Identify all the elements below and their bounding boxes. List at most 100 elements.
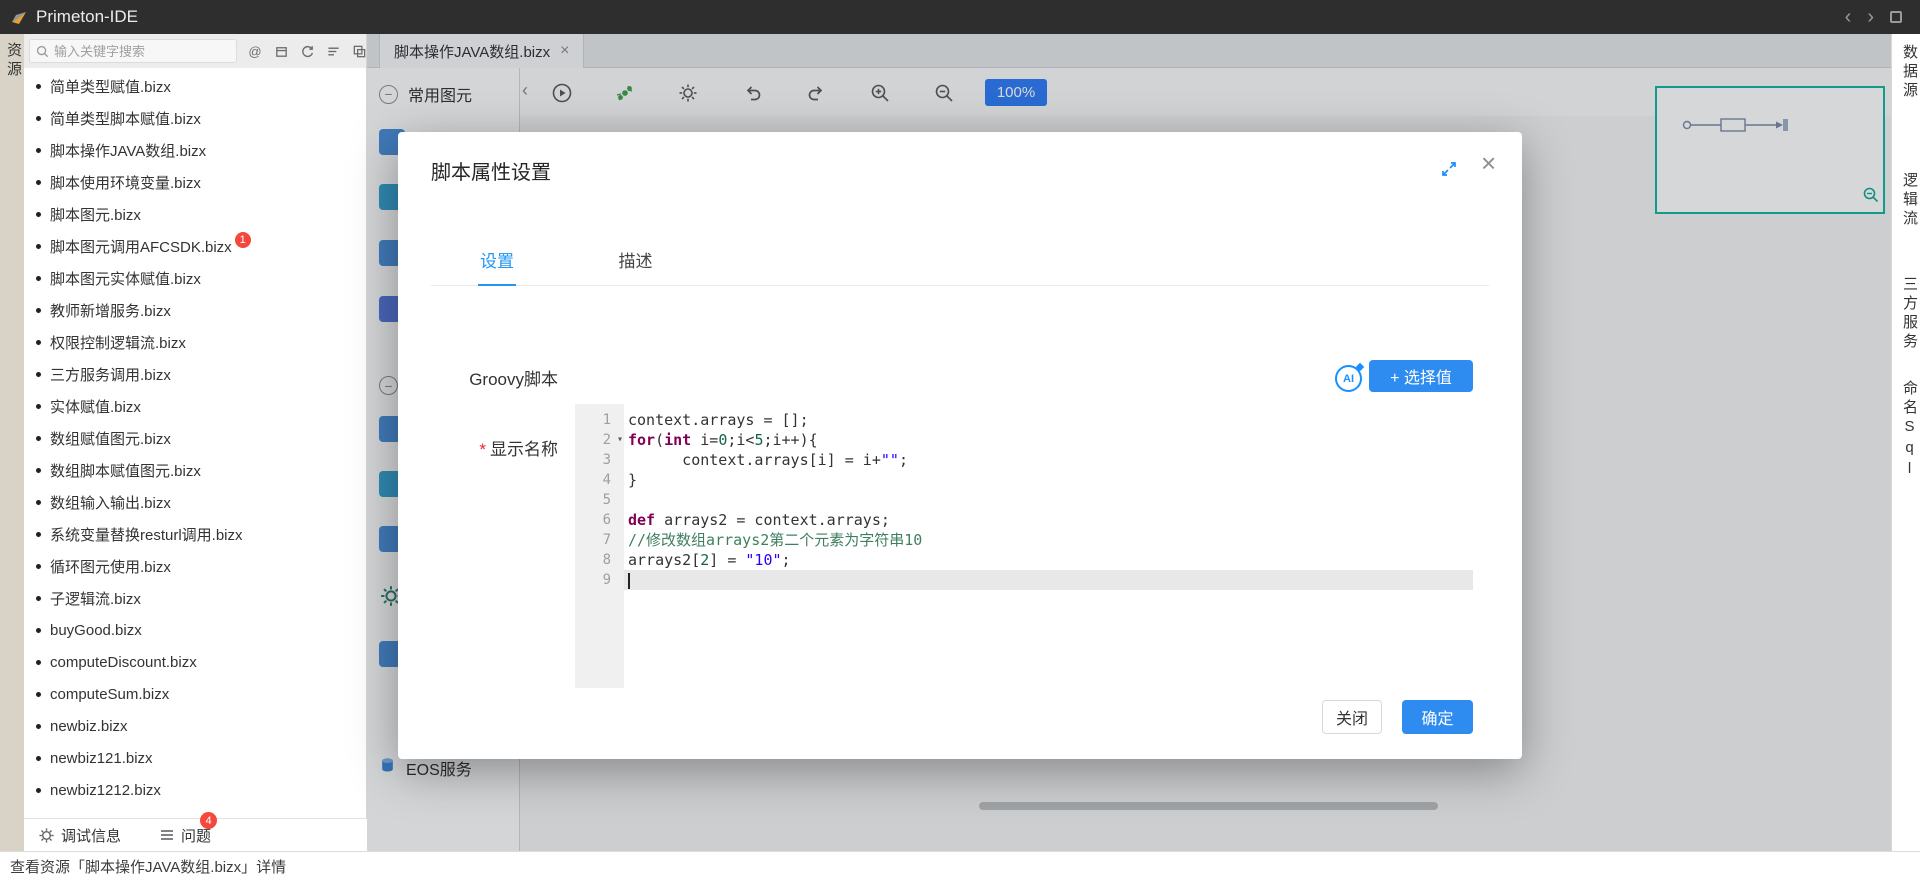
sort-list-icon[interactable] <box>325 43 341 59</box>
dialog-fullscreen-icon[interactable] <box>1440 160 1458 178</box>
code-line[interactable]: 9 <box>575 570 1473 590</box>
code-line[interactable]: 5 <box>575 490 1473 510</box>
tree-item-label: 简单类型赋值.bizx <box>50 78 171 96</box>
refresh-icon[interactable] <box>299 43 315 59</box>
dialog-close-button[interactable]: 关闭 <box>1322 700 1382 734</box>
bullet-icon <box>36 563 41 569</box>
tree-item[interactable]: computeSum.bizx <box>24 678 366 710</box>
tree-item[interactable]: 实体赋值.bizx <box>24 390 366 422</box>
tree-item[interactable]: 系统变量替换resturl调用.bizx <box>24 518 366 550</box>
overflow-error-badge: 4 <box>200 812 217 829</box>
tree-item[interactable]: 脚本操作JAVA数组.bizx <box>24 134 366 166</box>
bullet-icon <box>36 243 41 249</box>
tree-item[interactable]: 数组赋值图元.bizx <box>24 422 366 454</box>
tree-item-label: buyGood.bizx <box>50 621 142 639</box>
tree-item-label: 数组脚本赋值图元.bizx <box>50 462 201 480</box>
tree-item[interactable]: 数组输入输出.bizx <box>24 486 366 518</box>
bullet-icon <box>36 435 41 441</box>
tree-item-label: computeSum.bizx <box>50 685 170 703</box>
tree-item[interactable]: newbiz121.bizx <box>24 742 366 774</box>
bullet-icon <box>36 179 41 185</box>
tree-item[interactable]: 脚本图元实体赋值.bizx <box>24 262 366 294</box>
debug-icon <box>38 827 55 844</box>
groovy-code-editor[interactable]: 1 context.arrays = []; 2 ▾ for(int i=0;i<5;i… <box>575 404 1473 688</box>
bullet-icon <box>36 723 41 729</box>
tree-item-label: 子逻辑流.bizx <box>50 590 141 608</box>
nav-forward-icon[interactable]: › <box>1867 7 1874 27</box>
tree-item-label: 脚本操作JAVA数组.bizx <box>50 142 207 160</box>
tree-item[interactable]: buyGood.bizx <box>24 614 366 646</box>
ai-spark-icon <box>1355 362 1365 372</box>
display-name-label: * 显示名称 <box>479 440 558 459</box>
line-number: 6 <box>602 512 611 528</box>
select-value-button[interactable]: + 选择值 <box>1369 360 1473 392</box>
code-line[interactable]: 4} <box>575 470 1473 490</box>
bullet-icon <box>36 627 41 633</box>
ai-assistant-icon[interactable]: AI <box>1335 362 1365 392</box>
line-number: 8 <box>602 552 611 568</box>
tree-item[interactable]: 子逻辑流.bizx <box>24 582 366 614</box>
tree-item[interactable]: 循环图元使用.bizx <box>24 550 366 582</box>
dialog-close-icon[interactable]: × <box>1481 150 1496 176</box>
dialog-ok-button[interactable]: 确定 <box>1402 700 1473 734</box>
code-line[interactable]: 7 //修改数组arrays2第二个元素为字符串10 <box>575 530 1473 550</box>
tree-item-label: 脚本图元调用AFCSDK.bizx <box>50 238 232 256</box>
code-line[interactable]: 3 context.arrays[i] = i+""; <box>575 450 1473 470</box>
tree-item[interactable]: 三方服务调用.bizx <box>24 358 366 390</box>
statusbar: 查看资源「脚本操作JAVA数组.bizx」详情 <box>0 851 1920 880</box>
line-number: 5 <box>602 492 611 508</box>
bullet-icon <box>36 499 41 505</box>
dock-tab[interactable]: 命名Sql <box>1892 380 1920 481</box>
search-box[interactable] <box>29 39 237 63</box>
tree-item[interactable]: 权限控制逻辑流.bizx <box>24 326 366 358</box>
code-line-content: for(int i=0;i<5;i++){ <box>628 431 818 449</box>
code-line[interactable]: 1 context.arrays = []; <box>575 410 1473 430</box>
tree-item[interactable]: computeDiscount.bizx <box>24 646 366 678</box>
tree-item[interactable]: 脚本使用环境变量.bizx <box>24 166 366 198</box>
app-logo-icon <box>10 8 28 26</box>
dock-tab[interactable]: 数据源 <box>1892 44 1920 101</box>
tree-item[interactable]: 数组脚本赋值图元.bizx <box>24 454 366 486</box>
search-input[interactable] <box>54 43 230 59</box>
sidebar-action-icons: @ <box>247 43 366 59</box>
tree-item-label: 循环图元使用.bizx <box>50 558 171 576</box>
export-icon[interactable] <box>351 43 366 59</box>
bullet-icon <box>36 83 41 89</box>
code-line-content <box>624 490 1473 510</box>
tree-item[interactable]: 简单类型赋值.bizx <box>24 70 366 102</box>
debug-info-button[interactable]: 调试信息 <box>61 825 121 846</box>
dock-tab[interactable]: 三方服务 <box>1892 276 1920 352</box>
dialog-tab-description[interactable]: 描述 <box>616 240 654 284</box>
fold-caret-icon[interactable]: ▾ <box>617 430 623 450</box>
code-line[interactable]: 8 arrays2[2] = "10"; <box>575 550 1473 570</box>
bullet-icon <box>36 211 41 217</box>
tree-item-label: 数组赋值图元.bizx <box>50 430 171 448</box>
tree-item[interactable]: 简单类型脚本赋值.bizx <box>24 102 366 134</box>
line-number: 1 <box>602 412 611 428</box>
script-properties-dialog: 脚本属性设置 × 设置 描述 *显示名称 Groovy脚本 AI + 选择值 1… <box>398 132 1522 759</box>
bullet-icon <box>36 595 41 601</box>
search-icon <box>36 45 49 58</box>
tree-item[interactable]: newbiz1212.bizx <box>24 774 366 806</box>
line-number: 3 <box>602 452 611 468</box>
package-icon[interactable] <box>273 43 289 59</box>
tree-item[interactable]: 脚本图元.bizx <box>24 198 366 230</box>
activity-tab-resources[interactable]: 资源 <box>0 42 24 80</box>
nav-back-icon[interactable]: ‹ <box>1845 7 1852 27</box>
tree-item-label: computeDiscount.bizx <box>50 653 197 671</box>
locate-icon[interactable]: @ <box>247 43 263 59</box>
dialog-tab-settings[interactable]: 设置 <box>478 240 516 286</box>
tree-item[interactable]: 教师新增服务.bizx <box>24 294 366 326</box>
bullet-icon <box>36 755 41 761</box>
bullet-icon <box>36 659 41 665</box>
dock-tab[interactable]: 逻辑流 <box>1892 172 1920 229</box>
code-line[interactable]: 6 def arrays2 = context.arrays; <box>575 510 1473 530</box>
code-line-content: //修改数组arrays2第二个元素为字符串10 <box>628 531 923 549</box>
code-line[interactable]: 2 ▾ for(int i=0;i<5;i++){ <box>575 430 1473 450</box>
code-line-content: context.arrays = []; <box>628 411 809 429</box>
line-number: 2 ▾ <box>602 430 623 450</box>
window-restore-icon[interactable] <box>1890 11 1902 23</box>
tree-item[interactable]: 脚本图元调用AFCSDK.bizx 1 <box>24 230 366 262</box>
dialog-tabs: 设置 描述 <box>431 240 1489 286</box>
tree-item[interactable]: newbiz.bizx <box>24 710 366 742</box>
